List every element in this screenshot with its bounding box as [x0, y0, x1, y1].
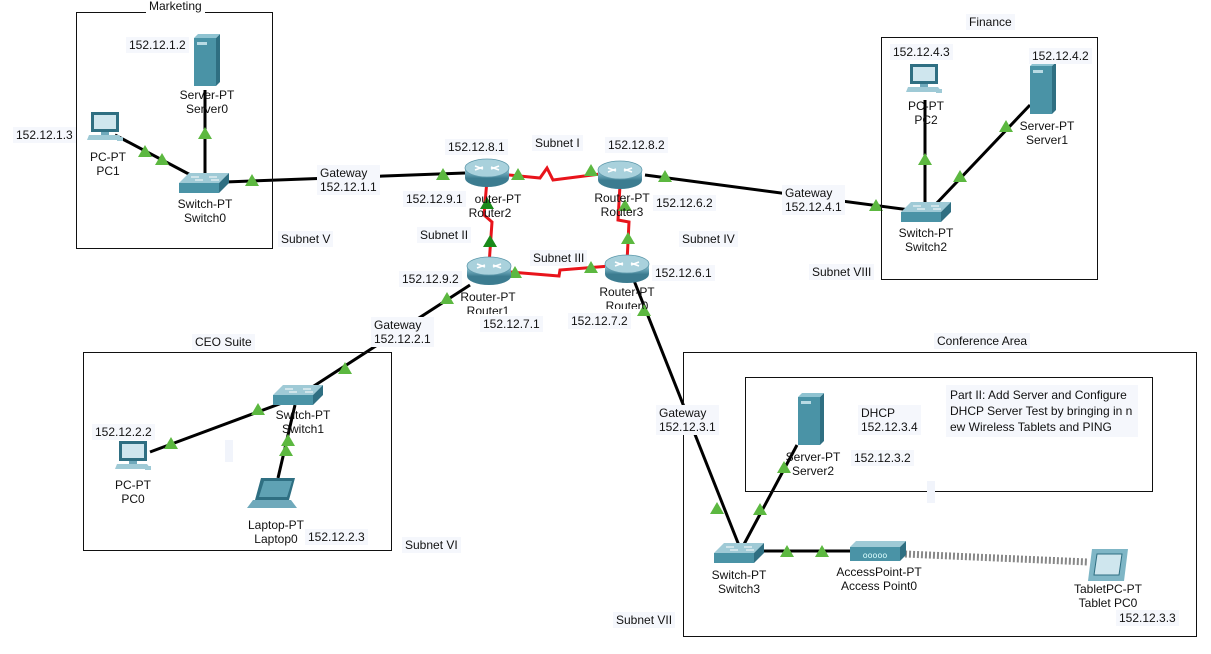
pc1-type: PC-PT	[90, 150, 126, 164]
gateway-label-conference: Gateway 152.12.3.1	[656, 405, 719, 435]
router1-ip-bottom: 152.12.7.1	[480, 316, 543, 332]
pc0-type: PC-PT	[115, 478, 151, 492]
switch0-name: Switch0	[183, 211, 227, 225]
router3-icon[interactable]	[597, 160, 643, 190]
router1-label: Router-PT Router1	[460, 290, 515, 314]
server1-ip: 152.12.4.2	[1029, 48, 1092, 64]
router3-ip-right: 152.12.6.2	[653, 195, 716, 211]
router2-label: outer-PT Router2	[459, 192, 522, 220]
switch0-type: Switch-PT	[177, 197, 233, 211]
empty-label	[927, 481, 935, 503]
area-label-ceo-suite: CEO Suite	[192, 334, 255, 350]
router2-ip-left: 152.12.9.1	[403, 191, 466, 207]
router3-type: Router-PT	[594, 191, 650, 205]
ap0-type: AccessPoint-PT	[836, 565, 922, 579]
area-ceo-suite	[83, 352, 392, 551]
router1-ip-left: 152.12.9.2	[399, 271, 462, 287]
pc2-label: PC-PT PC2	[908, 99, 944, 127]
tablet0-name: Tablet PC0	[1078, 596, 1138, 608]
pc0-ip: 152.12.2.2	[92, 424, 155, 440]
laptop0-type: Laptop-PT	[247, 518, 305, 532]
router2-ip-top: 152.12.8.1	[445, 139, 508, 155]
router0-label: Router-PT Router0	[599, 285, 654, 309]
subnet-label-6: Subnet VI	[402, 537, 461, 553]
tablet0-type: TabletPC-PT	[1073, 582, 1143, 596]
area-label-marketing: Marketing	[146, 0, 205, 14]
laptop0-label: Laptop-PT Laptop0	[248, 518, 304, 546]
switch0-label: Switch-PT Switch0	[178, 197, 233, 225]
router3-label: Router-PT Router3	[594, 191, 649, 219]
pc1-name: PC1	[96, 164, 120, 178]
server2-ip: 152.12.3.2	[851, 450, 914, 466]
router3-name: Router3	[600, 205, 644, 219]
switch1-label: Switch-PT Switch1	[276, 408, 331, 436]
router2-type: outer-PT	[474, 192, 522, 206]
switch2-label: Switch-PT Switch2	[899, 226, 954, 254]
switch3-type: Switch-PT	[711, 568, 767, 582]
subnet-label-4: Subnet IV	[679, 231, 738, 247]
server2-type: Server-PT	[785, 450, 841, 464]
router0-type: Router-PT	[599, 285, 655, 299]
server0-ip: 152.12.1.2	[126, 37, 189, 53]
pc0-label: PC-PT PC0	[115, 478, 151, 506]
switch2-type: Switch-PT	[898, 226, 954, 240]
router1-name: Router1	[466, 304, 510, 314]
area-label-finance: Finance	[966, 14, 1015, 30]
subnet-label-3: Subnet III	[530, 250, 588, 266]
subnet-label-1: Subnet I	[532, 135, 583, 151]
task-note: Part II: Add Server and Configure DHCP S…	[946, 385, 1138, 437]
switch3-label: Switch-PT Switch3	[712, 568, 767, 596]
server1-label: Server-PT Server1	[1020, 119, 1075, 147]
laptop0-ip: 152.12.2.3	[305, 529, 368, 545]
gateway-label-finance: Gateway 152.12.4.1	[782, 185, 845, 215]
subnet-label-5: Subnet V	[278, 231, 334, 247]
pc2-type: PC-PT	[908, 99, 944, 113]
server1-name: Server1	[1025, 133, 1069, 147]
pc1-ip: 152.12.1.3	[13, 127, 76, 143]
switch1-type: Switch-PT	[275, 408, 331, 422]
dhcp-label: DHCP 152.12.3.4	[858, 405, 921, 435]
subnet-label-7: Subnet VII	[613, 612, 676, 628]
ap0-label: AccessPoint-PT Access Point0	[836, 565, 921, 593]
gateway-label-ceo: Gateway 152.12.2.1	[371, 317, 434, 347]
server1-type: Server-PT	[1019, 119, 1075, 133]
router1-type: Router-PT	[460, 290, 516, 304]
router2-name: Router2	[468, 206, 512, 220]
ap0-name: Access Point0	[840, 579, 918, 593]
switch2-name: Switch2	[904, 240, 948, 254]
pc2-name: PC2	[914, 113, 938, 127]
pc2-ip: 152.12.4.3	[890, 44, 953, 60]
area-label-conference: Conference Area	[934, 333, 1031, 349]
router0-ip-right: 152.12.6.1	[652, 265, 715, 281]
router2-icon[interactable]	[464, 158, 510, 188]
router0-icon[interactable]	[604, 254, 650, 284]
subnet-label-8: Subnet VIII	[809, 264, 875, 280]
empty-label	[225, 440, 233, 462]
server2-label: Server-PT Server2	[786, 450, 841, 478]
tablet0-ip: 152.12.3.3	[1116, 610, 1179, 626]
router0-name: Router0	[605, 299, 649, 309]
pc1-label: PC-PT PC1	[90, 150, 126, 178]
server0-label: Server-PT Server0	[180, 88, 235, 116]
router3-ip-top: 152.12.8.2	[605, 137, 668, 153]
switch3-name: Switch3	[717, 582, 761, 596]
pc0-name: PC0	[121, 492, 145, 506]
gateway-label-marketing: Gateway 152.12.1.1	[317, 165, 380, 195]
tablet0-label: TabletPC-PT Tablet PC0	[1074, 582, 1142, 608]
server2-name: Server2	[791, 464, 835, 478]
laptop0-name: Laptop0	[254, 532, 298, 546]
server0-type: Server-PT	[179, 88, 235, 102]
subnet-label-2: Subnet II	[417, 227, 472, 243]
switch1-name: Switch1	[281, 422, 325, 436]
router0-ip-bottom: 152.12.7.2	[568, 313, 631, 329]
server0-name: Server0	[185, 102, 229, 116]
router1-icon[interactable]	[466, 256, 512, 286]
